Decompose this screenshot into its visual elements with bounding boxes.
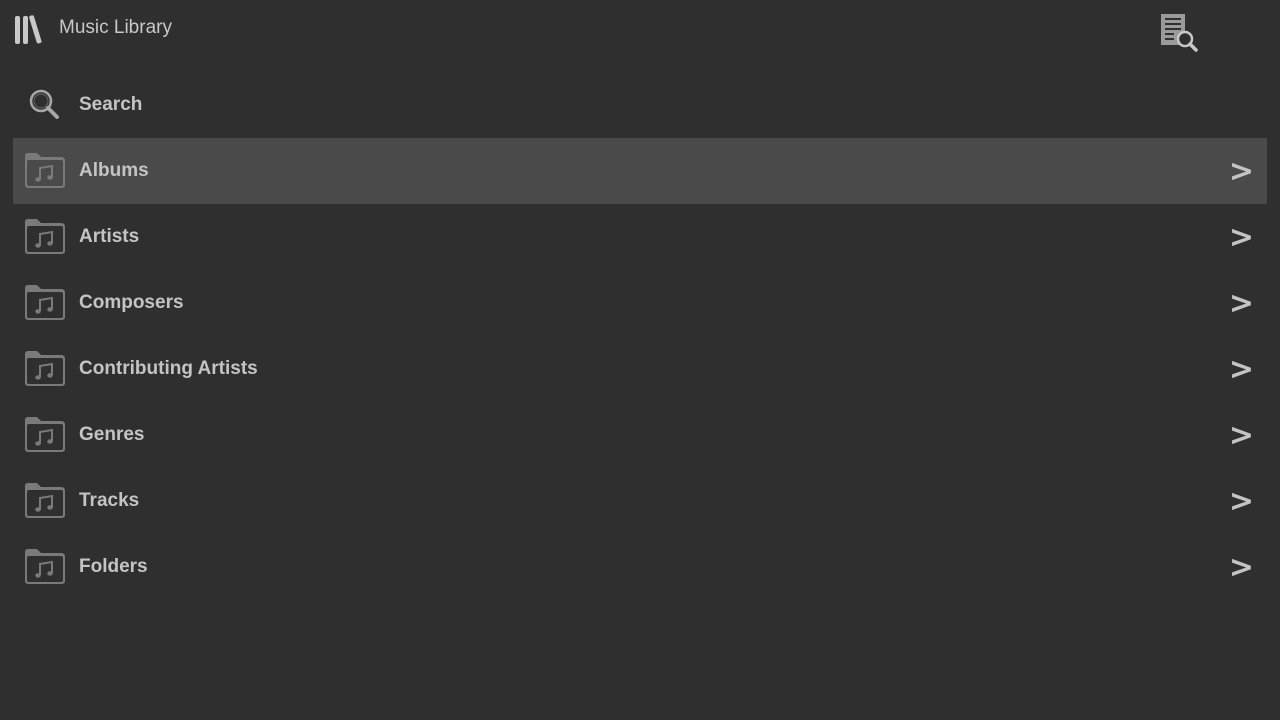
list-item-folders[interactable]: Folders > xyxy=(13,534,1267,600)
music-folder-icon xyxy=(24,547,66,587)
category-list: Albums > Artists > Composers > Contribut… xyxy=(13,138,1267,600)
chevron-right-icon: > xyxy=(1228,418,1254,453)
browse-library-button[interactable] xyxy=(1156,10,1200,54)
list-item-label: Artists xyxy=(79,226,140,247)
list-item-composers[interactable]: Composers > xyxy=(13,270,1267,336)
list-item-contributing-artists[interactable]: Contributing Artists > xyxy=(13,336,1267,402)
music-folder-icon xyxy=(24,415,66,455)
music-folder-icon xyxy=(24,349,66,389)
music-folder-icon xyxy=(24,283,66,323)
list-item-label: Contributing Artists xyxy=(79,358,258,379)
list-item-label: Composers xyxy=(79,292,184,313)
chevron-right-icon: > xyxy=(1228,550,1254,585)
list-item-label: Folders xyxy=(79,556,148,577)
list-item-genres[interactable]: Genres > xyxy=(13,402,1267,468)
music-folder-icon xyxy=(24,217,66,257)
music-folder-icon xyxy=(24,151,66,191)
search-icon xyxy=(24,85,66,125)
search-row[interactable]: Search xyxy=(13,73,1267,137)
page-title: Music Library xyxy=(59,17,172,38)
header-bar: Music Library xyxy=(0,0,1280,58)
chevron-right-icon: > xyxy=(1228,286,1254,321)
document-search-icon xyxy=(1156,14,1200,58)
music-library-screen: Music Library Search Albums > Artists > … xyxy=(0,0,1280,720)
search-label: Search xyxy=(79,94,143,115)
library-books-icon xyxy=(13,13,45,45)
list-item-albums[interactable]: Albums > xyxy=(13,138,1267,204)
chevron-right-icon: > xyxy=(1228,154,1254,189)
chevron-right-icon: > xyxy=(1228,220,1254,255)
music-folder-icon xyxy=(24,481,66,521)
list-item-artists[interactable]: Artists > xyxy=(13,204,1267,270)
list-item-tracks[interactable]: Tracks > xyxy=(13,468,1267,534)
list-item-label: Tracks xyxy=(79,490,140,511)
chevron-right-icon: > xyxy=(1228,352,1254,387)
list-item-label: Albums xyxy=(79,160,149,181)
chevron-right-icon: > xyxy=(1228,484,1254,519)
list-item-label: Genres xyxy=(79,424,145,445)
